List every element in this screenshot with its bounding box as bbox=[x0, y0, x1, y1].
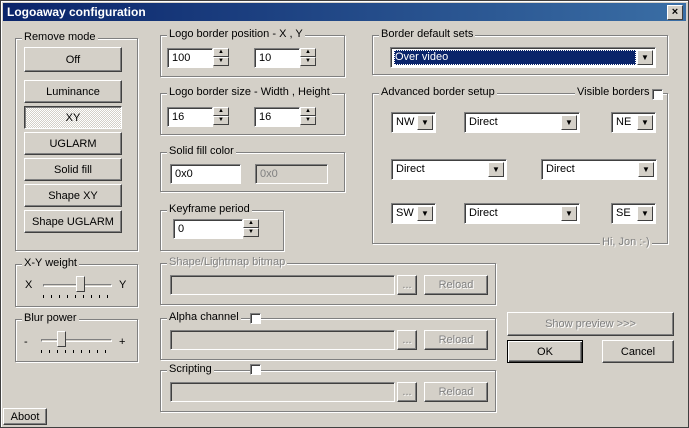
border-top-select[interactable]: Direct ▼ bbox=[464, 112, 580, 133]
shape-bitmap-path bbox=[170, 275, 395, 295]
corner-ne-select[interactable]: NE ▼ bbox=[611, 112, 656, 133]
alpha-reload-button[interactable]: Reload bbox=[424, 330, 488, 350]
border-left-select[interactable]: Direct ▼ bbox=[391, 159, 507, 180]
blur-plus-label: + bbox=[119, 336, 126, 348]
border-left-value: Direct bbox=[396, 163, 425, 175]
spin-up-icon[interactable]: ▲ bbox=[213, 48, 229, 57]
border-right-value: Direct bbox=[546, 163, 575, 175]
xy-weight-y-label: Y bbox=[119, 279, 127, 291]
blur-minus-label: - bbox=[24, 336, 28, 348]
scripting-path bbox=[170, 382, 395, 402]
blur-power-label: Blur power bbox=[22, 312, 79, 324]
chevron-down-icon[interactable]: ▼ bbox=[638, 162, 654, 177]
chevron-down-icon[interactable]: ▼ bbox=[417, 206, 433, 221]
position-y-spinner[interactable]: ▲ ▼ bbox=[300, 48, 316, 68]
spin-down-icon[interactable]: ▼ bbox=[213, 57, 229, 66]
close-button[interactable]: × bbox=[667, 5, 683, 20]
chevron-down-icon[interactable]: ▼ bbox=[637, 115, 653, 130]
chevron-down-icon[interactable]: ▼ bbox=[637, 50, 653, 65]
logo-size-label: Logo border size - Width , Height bbox=[167, 86, 332, 98]
border-sets-label: Border default sets bbox=[379, 28, 476, 40]
cancel-button[interactable]: Cancel bbox=[602, 340, 674, 363]
border-bottom-value: Direct bbox=[469, 207, 498, 219]
corner-ne-value: NE bbox=[616, 116, 632, 128]
corner-se-select[interactable]: SE ▼ bbox=[611, 203, 656, 224]
keyframe-spinner[interactable]: ▲ ▼ bbox=[243, 219, 259, 239]
solid-fill-color-field[interactable]: 0x0 bbox=[170, 164, 241, 184]
size-width-spinner[interactable]: ▲ ▼ bbox=[213, 107, 229, 127]
mode-off-button[interactable]: Off bbox=[24, 47, 122, 72]
title-bar[interactable]: Logoaway configuration × bbox=[3, 3, 686, 21]
author-signature: Hi, Jon :-) bbox=[600, 236, 652, 248]
visible-borders-checkbox[interactable] bbox=[652, 89, 663, 100]
mode-uglarm-button[interactable]: UGLARM bbox=[24, 132, 122, 155]
mode-luminance-button[interactable]: Luminance bbox=[24, 80, 122, 103]
position-x-field[interactable]: 100 bbox=[167, 48, 213, 68]
mode-solid-fill-button[interactable]: Solid fill bbox=[24, 158, 122, 181]
shape-bitmap-reload-button[interactable]: Reload bbox=[424, 275, 488, 295]
xy-weight-slider[interactable] bbox=[76, 276, 85, 292]
xy-weight-x-label: X bbox=[25, 279, 33, 291]
spin-up-icon[interactable]: ▲ bbox=[300, 107, 316, 116]
spin-up-icon[interactable]: ▲ bbox=[213, 107, 229, 116]
scripting-reload-button[interactable]: Reload bbox=[424, 382, 488, 402]
corner-sw-value: SW bbox=[396, 207, 414, 219]
size-width-field[interactable]: 16 bbox=[167, 107, 213, 127]
alpha-channel-checkbox[interactable] bbox=[250, 313, 261, 324]
xy-weight-ticks bbox=[43, 295, 113, 298]
scripting-browse-button[interactable]: ... bbox=[397, 382, 417, 402]
spin-up-icon[interactable]: ▲ bbox=[243, 219, 259, 228]
mode-shape-xy-button[interactable]: Shape XY bbox=[24, 184, 122, 207]
border-sets-select[interactable]: Over video ▼ bbox=[390, 47, 656, 68]
border-bottom-select[interactable]: Direct ▼ bbox=[464, 203, 580, 224]
show-preview-button[interactable]: Show preview >>> bbox=[507, 312, 674, 336]
keyframe-period-field[interactable]: 0 bbox=[173, 219, 243, 239]
chevron-down-icon[interactable]: ▼ bbox=[488, 162, 504, 177]
ok-button[interactable]: OK bbox=[507, 340, 583, 363]
scripting-checkbox[interactable] bbox=[250, 364, 261, 375]
close-icon: × bbox=[671, 6, 679, 18]
border-sets-value: Over video bbox=[394, 50, 636, 65]
chevron-down-icon[interactable]: ▼ bbox=[417, 115, 433, 130]
window-title: Logoaway configuration bbox=[7, 5, 146, 19]
logo-position-label: Logo border position - X , Y bbox=[167, 28, 305, 40]
mode-shape-uglarm-button[interactable]: Shape UGLARM bbox=[24, 210, 122, 233]
shape-bitmap-label: Shape/Lightmap bitmap bbox=[167, 256, 288, 268]
corner-nw-select[interactable]: NW ▼ bbox=[391, 112, 436, 133]
scripting-label: Scripting bbox=[167, 363, 214, 375]
alpha-channel-label: Alpha channel bbox=[167, 311, 241, 323]
alpha-channel-path bbox=[170, 330, 395, 350]
about-button[interactable]: Aboot bbox=[3, 408, 47, 425]
position-x-spinner[interactable]: ▲ ▼ bbox=[213, 48, 229, 68]
corner-se-value: SE bbox=[616, 207, 631, 219]
solid-fill-color-preview: 0x0 bbox=[255, 164, 328, 184]
solid-fill-label: Solid fill color bbox=[167, 145, 236, 157]
spin-down-icon[interactable]: ▼ bbox=[213, 116, 229, 125]
border-top-value: Direct bbox=[469, 116, 498, 128]
visible-borders-label: Visible borders bbox=[575, 86, 652, 98]
advanced-border-label: Advanced border setup bbox=[379, 86, 497, 98]
spin-down-icon[interactable]: ▼ bbox=[243, 228, 259, 237]
position-y-field[interactable]: 10 bbox=[254, 48, 300, 68]
blur-power-slider[interactable] bbox=[56, 331, 66, 347]
blur-power-track bbox=[41, 339, 112, 342]
mode-xy-button[interactable]: XY bbox=[24, 106, 122, 129]
chevron-down-icon[interactable]: ▼ bbox=[637, 206, 653, 221]
chevron-down-icon[interactable]: ▼ bbox=[561, 206, 577, 221]
corner-sw-select[interactable]: SW ▼ bbox=[391, 203, 436, 224]
remove-mode-label: Remove mode bbox=[22, 31, 98, 43]
spin-up-icon[interactable]: ▲ bbox=[300, 48, 316, 57]
xy-weight-label: X-Y weight bbox=[22, 257, 79, 269]
border-right-select[interactable]: Direct ▼ bbox=[541, 159, 657, 180]
shape-bitmap-browse-button[interactable]: ... bbox=[397, 275, 417, 295]
alpha-browse-button[interactable]: ... bbox=[397, 330, 417, 350]
spin-down-icon[interactable]: ▼ bbox=[300, 116, 316, 125]
size-height-field[interactable]: 16 bbox=[254, 107, 300, 127]
chevron-down-icon[interactable]: ▼ bbox=[561, 115, 577, 130]
corner-nw-value: NW bbox=[396, 116, 415, 128]
keyframe-label: Keyframe period bbox=[167, 203, 252, 215]
spin-down-icon[interactable]: ▼ bbox=[300, 57, 316, 66]
size-height-spinner[interactable]: ▲ ▼ bbox=[300, 107, 316, 127]
blur-power-ticks bbox=[41, 350, 113, 353]
